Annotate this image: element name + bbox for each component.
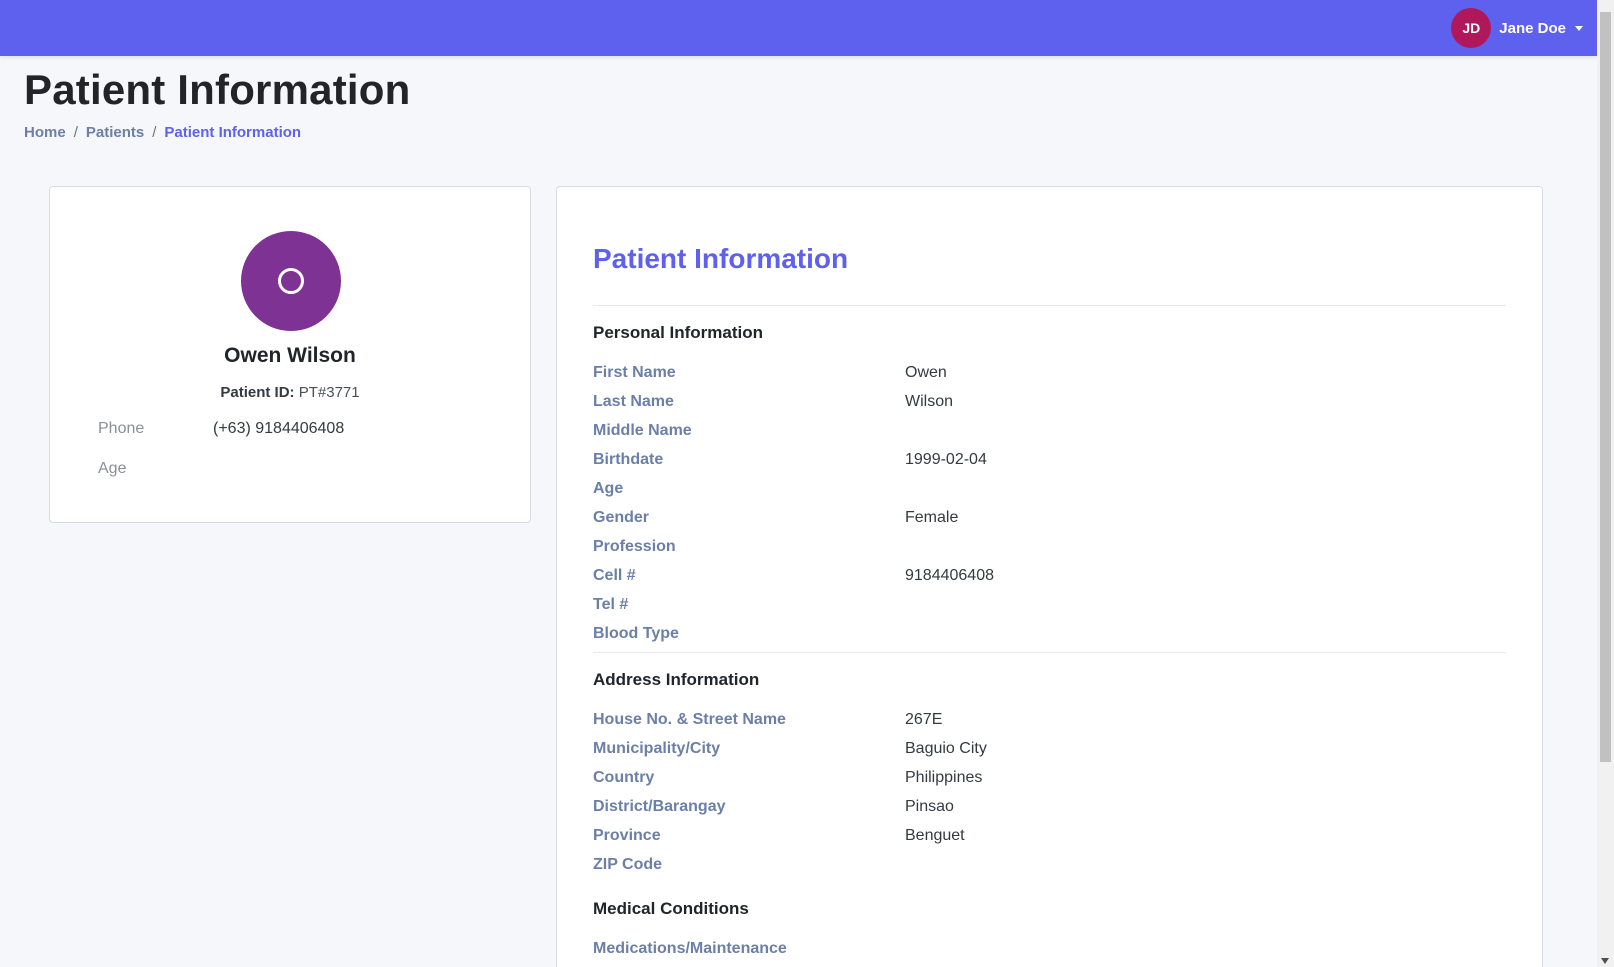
user-avatar[interactable]: JD <box>1451 8 1492 48</box>
details-title: Patient Information <box>593 243 849 274</box>
patient-details-card: Patient Information Personal Information… <box>556 186 1543 967</box>
breadcrumb-current: Patient Information <box>164 124 302 141</box>
phone-label: Phone <box>98 420 145 437</box>
field-label: ZIP Code <box>593 856 663 873</box>
divider <box>593 305 1506 306</box>
field-label: First Name <box>593 364 676 381</box>
user-menu-dropdown[interactable]: JD Jane Doe <box>1451 8 1583 48</box>
divider <box>593 652 1506 653</box>
field-row: Province Benguet <box>593 827 1493 845</box>
field-row: House No. & Street Name 267E <box>593 711 1493 729</box>
field-value: 9184406408 <box>905 567 994 584</box>
field-row: Birthdate 1999-02-04 <box>593 451 1493 469</box>
breadcrumb: Home / Patients / Patient Information <box>24 124 301 141</box>
breadcrumb-home[interactable]: Home <box>24 124 66 141</box>
breadcrumb-separator: / <box>73 124 78 141</box>
field-row: Gender Female <box>593 509 1493 527</box>
field-row: Cell # 9184406408 <box>593 567 1493 585</box>
top-navbar: JD Jane Doe <box>0 0 1597 56</box>
field-row: Middle Name <box>593 422 1493 440</box>
field-value: 1999-02-04 <box>905 451 987 468</box>
patient-id-value: PT#3771 <box>298 384 360 401</box>
scrollbar-thumb[interactable] <box>1600 12 1611 762</box>
field-value: Female <box>905 509 959 526</box>
user-name[interactable]: Jane Doe <box>1499 20 1566 37</box>
field-label: Country <box>593 769 655 786</box>
field-value: Pinsao <box>905 798 954 815</box>
field-value: Baguio City <box>905 740 987 757</box>
circle-icon <box>278 268 304 294</box>
field-row: First Name Owen <box>593 364 1493 382</box>
age-row: Age <box>98 460 213 478</box>
field-row: Last Name Wilson <box>593 393 1493 411</box>
field-value: 267E <box>905 711 943 728</box>
field-label: Last Name <box>593 393 674 410</box>
field-value: Benguet <box>905 827 965 844</box>
field-row: Age <box>593 480 1493 498</box>
field-value: Wilson <box>905 393 954 410</box>
address-info-heading: Address Information <box>593 670 760 689</box>
breadcrumb-patients[interactable]: Patients <box>86 124 144 141</box>
field-label: Medications/Maintenance <box>593 940 787 957</box>
field-value: Owen <box>905 364 947 381</box>
breadcrumb-separator: / <box>152 124 157 141</box>
field-label: District/Barangay <box>593 798 726 815</box>
field-row: ZIP Code <box>593 856 1493 874</box>
field-label: House No. & Street Name <box>593 711 786 728</box>
field-row: Profession <box>593 538 1493 556</box>
field-label: Province <box>593 827 661 844</box>
phone-value: (+63) 9184406408 <box>213 420 345 437</box>
field-row: Country Philippines <box>593 769 1493 787</box>
page-title: Patient Information <box>24 66 411 113</box>
field-row: Blood Type <box>593 625 1493 643</box>
medical-conditions-heading: Medical Conditions <box>593 899 749 918</box>
field-label: Age <box>593 480 624 497</box>
patient-name: Owen Wilson <box>224 344 356 367</box>
field-label: Municipality/City <box>593 740 721 757</box>
field-label: Gender <box>593 509 650 526</box>
field-label: Cell # <box>593 567 636 584</box>
caret-down-icon[interactable] <box>1575 25 1583 31</box>
page-scrollbar[interactable] <box>1597 0 1614 967</box>
field-label: Profession <box>593 538 676 555</box>
field-label: Blood Type <box>593 625 679 642</box>
field-label: Middle Name <box>593 422 692 439</box>
field-row: Medications/Maintenance <box>593 940 1493 958</box>
field-row: District/Barangay Pinsao <box>593 798 1493 816</box>
patient-avatar <box>241 231 341 331</box>
phone-row: Phone (+63) 9184406408 <box>98 420 344 438</box>
field-label: Birthdate <box>593 451 664 468</box>
patient-id: Patient ID: PT#3771 <box>50 384 530 401</box>
patient-profile-card: Owen Wilson Patient ID: PT#3771 Phone (+6… <box>49 186 531 523</box>
personal-info-heading: Personal Information <box>593 323 764 342</box>
field-row: Tel # <box>593 596 1493 614</box>
patient-id-label: Patient ID: <box>220 384 295 401</box>
field-value: Philippines <box>905 769 983 786</box>
field-label: Tel # <box>593 596 629 613</box>
age-label: Age <box>98 460 127 477</box>
field-row: Municipality/City Baguio City <box>593 740 1493 758</box>
viewport: JD Jane Doe Patient Information Home / P… <box>0 0 1614 967</box>
scroll-down-arrow-icon[interactable] <box>1601 958 1609 964</box>
